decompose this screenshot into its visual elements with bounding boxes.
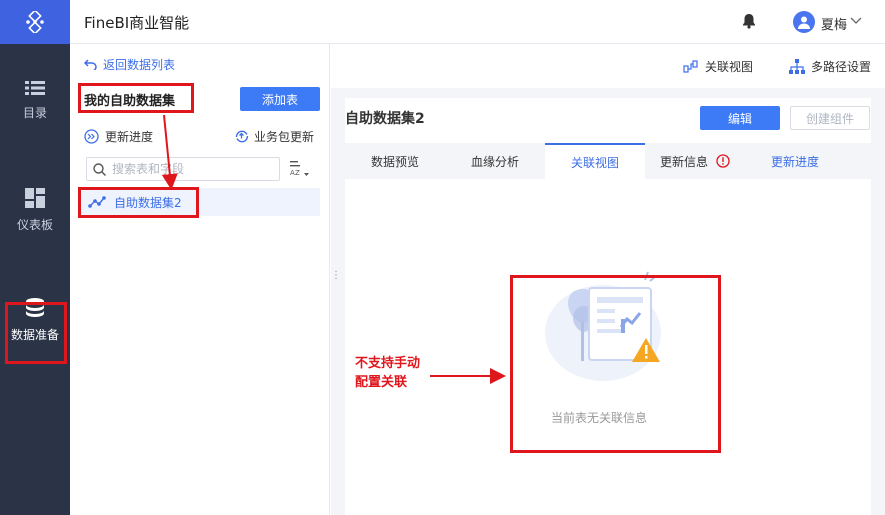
- annotation-arrows: [161, 114, 506, 384]
- annotation-note: 不支持手动 配置关联: [355, 354, 420, 392]
- annotation-arrow-down: [161, 114, 178, 190]
- annotation-line-1: 不支持手动: [355, 356, 421, 371]
- annotation-line-2: 配置关联: [355, 375, 408, 390]
